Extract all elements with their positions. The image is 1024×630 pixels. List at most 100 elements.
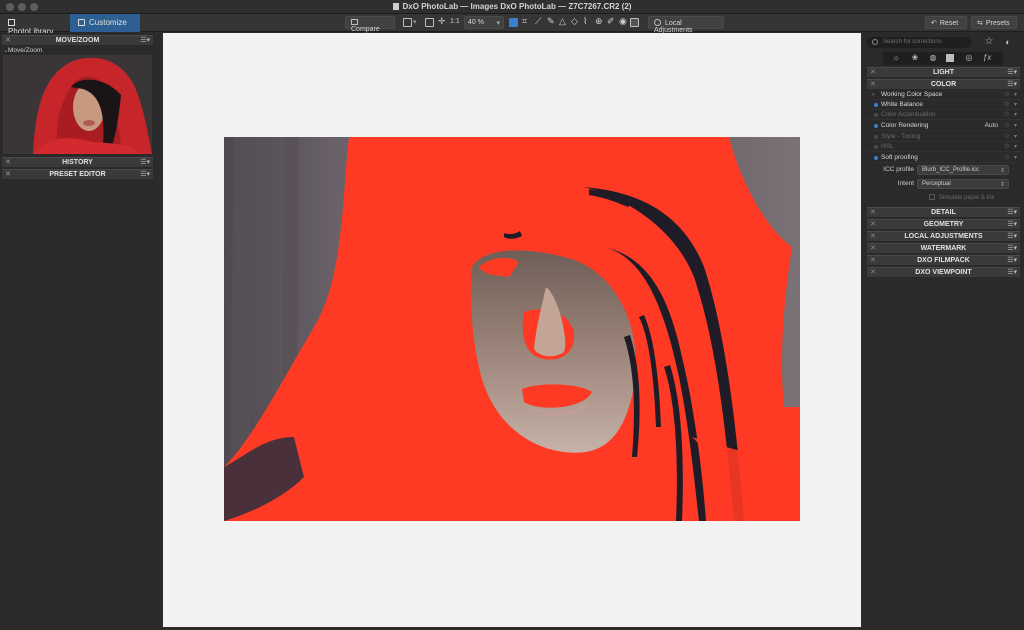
main-photo[interactable] <box>224 137 800 521</box>
row-color-rendering[interactable]: Color Rendering Auto ☆ ▾ <box>867 121 1020 131</box>
chevron-down-icon: ⌄ <box>3 47 9 54</box>
enabled-indicator[interactable] <box>874 135 878 139</box>
star-icon[interactable]: ☆ <box>1004 153 1010 163</box>
crop-icon[interactable]: ⌗ <box>522 16 527 27</box>
image-canvas[interactable] <box>163 33 861 627</box>
eyedropper-icon[interactable]: ✎ <box>547 16 555 27</box>
reset-button[interactable]: ↶ Reset <box>925 16 967 29</box>
mask-overlay-icon[interactable] <box>630 18 639 27</box>
toggle-icon[interactable]: ◐ <box>1003 37 1013 47</box>
watermark-icon[interactable]: ◎ <box>964 53 974 63</box>
chevron-down-icon[interactable]: ▾ <box>1014 121 1017 131</box>
tab-photolibrary[interactable]: PhotoLibrary <box>0 14 70 36</box>
menu-icon[interactable]: ☰▾ <box>1007 80 1017 89</box>
view-mode-icon[interactable] <box>403 18 412 27</box>
enabled-indicator[interactable] <box>874 124 878 128</box>
section-watermark[interactable]: ✕ WATERMARK ☰▾ <box>867 243 1020 253</box>
star-icon[interactable]: ☆ <box>1004 100 1010 110</box>
perspective-icon[interactable]: ◇ <box>571 16 578 27</box>
checkbox-icon[interactable] <box>929 194 935 200</box>
section-color[interactable]: ✕ COLOR ☰▾ <box>867 79 1020 89</box>
section-local-adjustments[interactable]: ✕ LOCAL ADJUSTMENTS ☰▾ <box>867 231 1020 241</box>
eye-icon[interactable]: ◉ <box>619 16 627 27</box>
chevron-down-icon[interactable]: ▾ <box>1014 142 1017 152</box>
row-hsl[interactable]: HSL ☆ ▾ <box>867 142 1020 152</box>
navigator-thumbnail[interactable] <box>3 55 152 154</box>
color-icon[interactable]: ❀ <box>910 53 920 63</box>
panel-header-preset-editor[interactable]: ✕ PRESET EDITOR ☰▾ <box>2 169 153 179</box>
close-icon[interactable]: ✕ <box>870 80 876 89</box>
local-adjustments-button[interactable]: Local Adjustments <box>648 16 724 34</box>
menu-icon[interactable]: ☰▾ <box>1007 68 1017 77</box>
close-icon[interactable]: ✕ <box>870 256 876 265</box>
zoom-select[interactable]: 40 % ▾ <box>464 16 504 29</box>
row-soft-proofing[interactable]: Soft proofing ☆ ▾ <box>867 153 1020 163</box>
icc-profile-select[interactable]: Blurb_ICC_Profile.icc ⇕ <box>917 165 1009 175</box>
star-icon[interactable]: ☆ <box>1004 90 1010 100</box>
section-light[interactable]: ✕ LIGHT ☰▾ <box>867 67 1020 77</box>
section-dxo-viewpoint[interactable]: ✕ DXO VIEWPOINT ☰▾ <box>867 267 1020 277</box>
close-icon[interactable]: ✕ <box>870 268 876 277</box>
section-dxo-filmpack[interactable]: ✕ DXO FILMPACK ☰▾ <box>867 255 1020 265</box>
redeye-icon[interactable]: ⊕ <box>595 16 603 27</box>
chevron-updown-icon: ⇕ <box>999 182 1005 188</box>
menu-icon[interactable]: ☰▾ <box>1007 232 1017 241</box>
presets-button[interactable]: ⇆ Presets <box>971 16 1017 29</box>
tab-customize[interactable]: Customize <box>70 14 140 32</box>
menu-icon[interactable]: ☰▾ <box>140 170 150 179</box>
chevron-down-icon[interactable]: ▾ <box>1014 132 1017 142</box>
zoom-1to1-button[interactable]: 1:1 <box>450 18 460 25</box>
star-icon[interactable]: ☆ <box>1004 121 1010 131</box>
menu-icon[interactable]: ☰▾ <box>1007 244 1017 253</box>
close-icon[interactable]: ✕ <box>5 36 11 45</box>
star-icon[interactable]: ☆ <box>1004 110 1010 120</box>
search-input[interactable]: Search for corrections <box>867 37 971 48</box>
close-icon[interactable]: ✕ <box>870 244 876 253</box>
menu-icon[interactable]: ☰▾ <box>1007 208 1017 217</box>
compare-button[interactable]: Compare <box>345 16 395 33</box>
sun-icon[interactable]: ☼ <box>891 53 901 63</box>
close-icon[interactable]: ✕ <box>5 170 11 179</box>
close-icon[interactable]: ✕ <box>870 220 876 229</box>
enabled-indicator[interactable] <box>874 103 878 107</box>
section-detail[interactable]: ✕ DETAIL ☰▾ <box>867 207 1020 217</box>
menu-icon[interactable]: ☰▾ <box>1007 220 1017 229</box>
fx-icon[interactable]: ƒx <box>982 53 992 63</box>
row-color-accentuation[interactable]: Color Accentuation ☆ ▾ <box>867 110 1020 120</box>
repair-icon[interactable]: ⌇ <box>583 16 587 27</box>
enabled-indicator[interactable] <box>874 113 878 117</box>
chevron-down-icon[interactable]: ▾ <box>1014 90 1017 100</box>
menu-icon[interactable]: ☰▾ <box>140 158 150 167</box>
row-white-balance[interactable]: White Balance ☆ ▾ <box>867 100 1020 110</box>
close-icon[interactable]: ✕ <box>870 68 876 77</box>
intent-select[interactable]: Perceptual ⇕ <box>917 179 1009 189</box>
menu-icon[interactable]: ☰▾ <box>140 36 150 45</box>
geometry-icon[interactable] <box>946 54 954 62</box>
panel-header-move-zoom[interactable]: ✕ MOVE/ZOOM ☰▾ <box>2 35 153 45</box>
move-icon[interactable]: ✛ <box>438 16 446 27</box>
straighten-icon[interactable]: ⟋ <box>535 16 541 27</box>
row-style-toning[interactable]: Style - Toning ☆ ▾ <box>867 132 1020 142</box>
detail-icon[interactable]: ◍ <box>928 53 938 63</box>
row-working-color-space[interactable]: › Working Color Space ☆ ▾ <box>867 90 1020 100</box>
section-geometry[interactable]: ✕ GEOMETRY ☰▾ <box>867 219 1020 229</box>
close-icon[interactable]: ✕ <box>870 208 876 217</box>
chevron-down-icon[interactable]: ▾ <box>1014 153 1017 163</box>
enabled-indicator[interactable] <box>874 156 878 160</box>
close-icon[interactable]: ✕ <box>870 232 876 241</box>
menu-icon[interactable]: ☰▾ <box>1007 268 1017 277</box>
star-icon[interactable]: ☆ <box>1004 142 1010 152</box>
star-icon[interactable]: ☆ <box>984 37 994 47</box>
panel-header-history[interactable]: ✕ HISTORY ☰▾ <box>2 157 153 167</box>
close-icon[interactable]: ✕ <box>5 158 11 167</box>
brush-icon[interactable]: ✐ <box>607 16 615 27</box>
fit-to-screen-icon[interactable] <box>425 18 434 27</box>
enabled-indicator[interactable] <box>874 145 878 149</box>
horizon-icon[interactable]: △ <box>559 16 566 27</box>
chevron-down-icon[interactable]: ▾ <box>1014 110 1017 120</box>
hand-tool-icon[interactable] <box>509 18 518 27</box>
simulate-paper-checkbox[interactable]: Simulate paper & ink <box>929 194 994 201</box>
chevron-down-icon[interactable]: ▾ <box>1014 100 1017 110</box>
menu-icon[interactable]: ☰▾ <box>1007 256 1017 265</box>
star-icon[interactable]: ☆ <box>1004 132 1010 142</box>
